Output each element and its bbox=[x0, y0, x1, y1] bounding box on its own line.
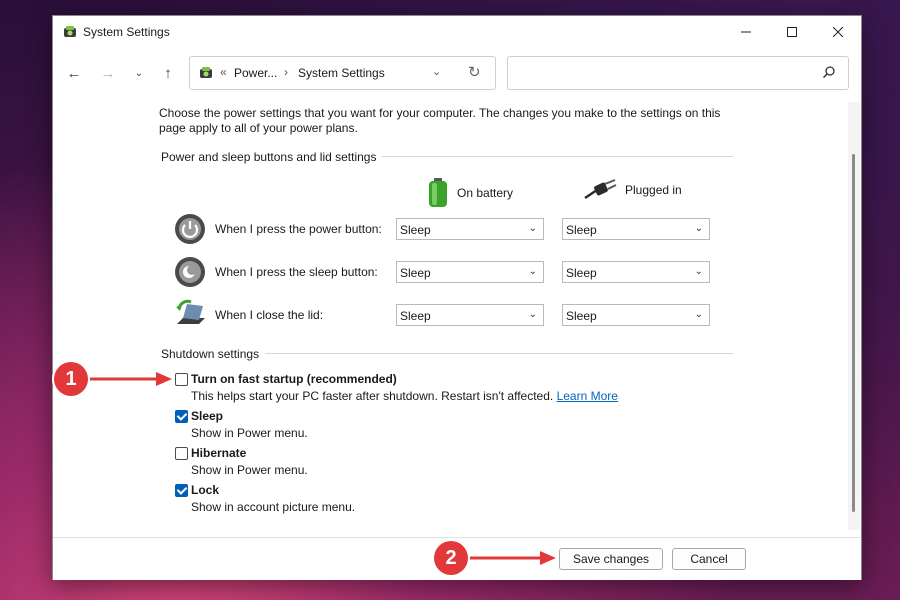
sleep-option-description: Show in Power menu. bbox=[191, 426, 308, 440]
sleep-button-label: When I press the sleep button: bbox=[215, 265, 378, 279]
power-buttons-section-title: Power and sleep buttons and lid settings bbox=[161, 150, 383, 164]
power-button-label: When I press the power button: bbox=[215, 222, 382, 236]
chevron-down-icon: ⌄ bbox=[694, 266, 703, 277]
shutdown-section-title: Shutdown settings bbox=[161, 347, 266, 361]
address-bar[interactable]: « Power... › System Settings ⌄ ↻ bbox=[189, 56, 496, 90]
fast-startup-description: This helps start your PC faster after sh… bbox=[191, 389, 618, 403]
close-button[interactable] bbox=[815, 16, 861, 48]
settings-content: Choose the power settings that you want … bbox=[53, 100, 861, 536]
chevron-down-icon: ⌄ bbox=[134, 67, 144, 79]
annotation-badge-1: 1 bbox=[54, 362, 88, 396]
column-on-battery-label: On battery bbox=[457, 186, 514, 200]
power-button-plugged-select[interactable]: Sleep ⌄ bbox=[562, 218, 710, 240]
cancel-button[interactable]: Cancel bbox=[672, 548, 746, 570]
maximize-icon bbox=[787, 27, 797, 37]
recent-locations-button[interactable]: ⌄ bbox=[128, 62, 150, 84]
title-bar: System Settings bbox=[53, 16, 861, 48]
chevron-down-icon: ⌄ bbox=[528, 266, 537, 277]
arrow-left-icon: ← bbox=[66, 64, 82, 82]
breadcrumb-system-settings[interactable]: System Settings bbox=[298, 66, 385, 80]
column-on-battery: On battery bbox=[427, 178, 513, 208]
fast-startup-checkbox[interactable] bbox=[175, 373, 188, 386]
hibernate-option-description: Show in Power menu. bbox=[191, 463, 308, 477]
minimize-button[interactable] bbox=[723, 16, 769, 48]
chevron-down-icon: ⌄ bbox=[528, 223, 537, 234]
annotation-arrow-1 bbox=[90, 372, 172, 386]
address-dropdown-icon[interactable]: ⌄ bbox=[432, 65, 441, 78]
navigation-bar: ← → ⌄ ↑ « Power... › System Settings ⌄ ↻ bbox=[53, 52, 861, 92]
lid-close-battery-select[interactable]: Sleep ⌄ bbox=[396, 304, 544, 326]
save-changes-button[interactable]: Save changes bbox=[559, 548, 663, 570]
intro-text: Choose the power settings that you want … bbox=[159, 106, 721, 135]
annotation-badge-2: 2 bbox=[434, 541, 468, 575]
laptop-lid-icon bbox=[176, 299, 205, 324]
hibernate-option-title: Hibernate bbox=[191, 446, 247, 460]
battery-icon bbox=[429, 178, 447, 207]
sleep-option-title: Sleep bbox=[191, 409, 224, 423]
sleep-button-plugged-select[interactable]: Sleep ⌄ bbox=[562, 261, 710, 283]
system-settings-window: System Settings ← → ⌄ ↑ « Power... › Sys… bbox=[52, 15, 862, 580]
arrow-right-icon: → bbox=[100, 64, 116, 82]
vertical-scrollbar[interactable] bbox=[848, 102, 860, 530]
column-plugged-in: Plugged in bbox=[583, 178, 682, 202]
sleep-button-icon bbox=[175, 257, 205, 287]
search-input[interactable] bbox=[507, 56, 849, 90]
power-plug-icon bbox=[584, 179, 617, 200]
up-button[interactable]: ↑ bbox=[157, 62, 179, 84]
breadcrumb-overflow-icon[interactable]: « bbox=[220, 65, 227, 79]
fast-startup-title: Turn on fast startup (recommended) bbox=[191, 372, 397, 386]
lock-option-title: Lock bbox=[191, 483, 220, 497]
sleep-checkbox[interactable] bbox=[175, 410, 188, 423]
power-button-icon bbox=[175, 214, 205, 244]
search-icon bbox=[822, 66, 835, 79]
lid-close-label: When I close the lid: bbox=[215, 308, 324, 322]
annotation-arrow-2 bbox=[470, 551, 556, 565]
forward-button[interactable]: → bbox=[97, 62, 119, 84]
close-icon bbox=[833, 27, 843, 37]
minimize-icon bbox=[741, 31, 751, 33]
power-options-icon bbox=[200, 67, 212, 78]
breadcrumb-chevron-icon: › bbox=[284, 65, 288, 79]
lock-option-description: Show in account picture menu. bbox=[191, 500, 356, 514]
arrow-up-icon: ↑ bbox=[164, 64, 172, 82]
breadcrumb-power[interactable]: Power... bbox=[234, 66, 277, 80]
chevron-down-icon: ⌄ bbox=[528, 309, 537, 320]
chevron-down-icon: ⌄ bbox=[694, 223, 703, 234]
scrollbar-thumb[interactable] bbox=[852, 154, 855, 512]
maximize-button[interactable] bbox=[769, 16, 815, 48]
learn-more-link[interactable]: Learn More bbox=[557, 389, 618, 403]
power-button-battery-select[interactable]: Sleep ⌄ bbox=[396, 218, 544, 240]
hibernate-checkbox[interactable] bbox=[175, 447, 188, 460]
refresh-icon[interactable]: ↻ bbox=[468, 63, 481, 81]
lid-close-plugged-select[interactable]: Sleep ⌄ bbox=[562, 304, 710, 326]
sleep-button-battery-select[interactable]: Sleep ⌄ bbox=[396, 261, 544, 283]
chevron-down-icon: ⌄ bbox=[694, 309, 703, 320]
column-plugged-in-label: Plugged in bbox=[625, 183, 682, 197]
power-options-icon bbox=[64, 26, 76, 37]
lock-checkbox[interactable] bbox=[175, 484, 188, 497]
window-title: System Settings bbox=[83, 25, 170, 39]
back-button[interactable]: ← bbox=[63, 62, 85, 84]
